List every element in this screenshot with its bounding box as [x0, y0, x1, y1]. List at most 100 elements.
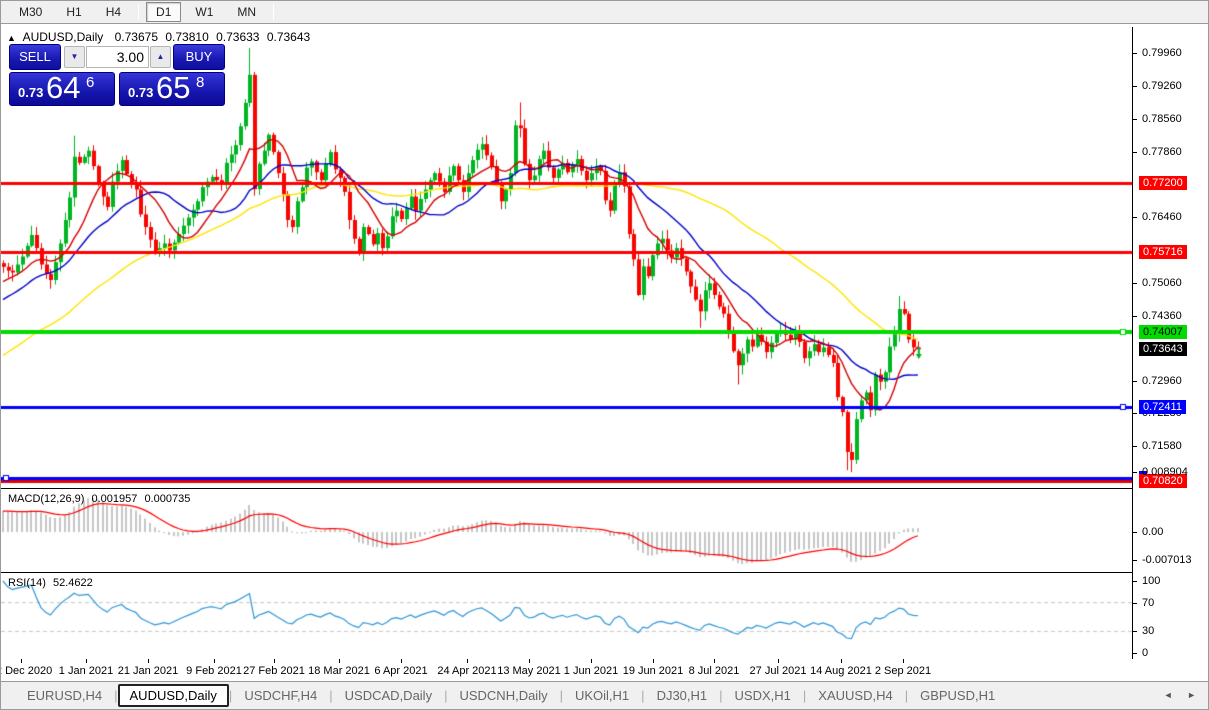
time-tick-label: 1 Jan 2021 [58, 665, 114, 677]
ask-price-button[interactable]: 0.73 65 8 [119, 70, 225, 106]
chart-tab-usdcad[interactable]: USDCAD,Daily [333, 685, 444, 706]
time-tick-label: 2 Sep 2021 [874, 665, 932, 677]
tabs-scroll-left-icon[interactable]: ◄ [1164, 690, 1179, 700]
time-tick-label: 21 Jan 2021 [117, 665, 179, 677]
time-tick [841, 659, 842, 663]
price-tick-label: 0.72960 [1142, 375, 1182, 387]
time-tick [214, 659, 215, 663]
hline-price-badge[interactable]: 0.72411 [1139, 400, 1186, 414]
ohlc-low: 0.73633 [216, 30, 260, 44]
buy-button[interactable]: BUY [173, 44, 225, 70]
toolbar-separator [273, 4, 275, 20]
ask-price-prefix: 0.73 [128, 85, 154, 100]
symbol-name: AUDUSD,Daily [22, 30, 104, 44]
hline-price-badge[interactable]: 0.77200 [1139, 176, 1187, 190]
rsi-indicator-canvas[interactable] [1, 574, 1132, 659]
time-tick-label: 19 Jun 2021 [622, 665, 684, 677]
chart-tab-usdchf[interactable]: USDCHF,H4 [232, 685, 329, 706]
macd-value-signal: 0.000735 [144, 493, 191, 505]
price-tick [1132, 446, 1137, 447]
time-tick [653, 659, 654, 663]
toolbar-separator [138, 4, 140, 20]
collapse-subwindow-icon[interactable]: ▲ [7, 33, 16, 43]
macd-tick-label: 0.008904 [1142, 466, 1188, 478]
chart-tab-bar: EURUSD,H4 | AUDUSD,Daily | USDCHF,H4 | USDCAD,… [1, 681, 1208, 709]
mt4-window: M30 H1 H4 D1 W1 MN 0.79960 0.79260 0.78560 0.778… [0, 0, 1209, 710]
macd-tick [1132, 472, 1137, 473]
time-tick [86, 659, 87, 663]
tabs-scroll-right-icon[interactable]: ► [1187, 690, 1202, 700]
time-tick-label: 6 Apr 2021 [374, 665, 428, 677]
time-tick [529, 659, 530, 663]
rsi-value: 52.4622 [52, 577, 93, 589]
hline-price-badge[interactable]: 0.75716 [1139, 245, 1187, 259]
rsi-label: RSI(14) 52.4622 [8, 577, 93, 589]
rsi-tick [1132, 631, 1137, 632]
price-tick [1132, 53, 1137, 54]
timeframe-button-mn[interactable]: MN [227, 2, 266, 22]
time-tick-label: 1 Jun 2021 [563, 665, 619, 677]
macd-tick-label: 0.00 [1142, 526, 1164, 538]
price-tick [1132, 86, 1137, 87]
price-tick-label: 0.78560 [1142, 113, 1182, 125]
volume-input[interactable] [86, 46, 149, 68]
macd-label: MACD(12,26,9) 0.001957 0.000735 [8, 493, 191, 505]
chart-tab-usdx[interactable]: USDX,H1 [723, 685, 803, 706]
timeframe-button-h4[interactable]: H4 [96, 2, 131, 22]
time-tick [148, 659, 149, 663]
macd-tick-label: -0.007013 [1142, 554, 1192, 566]
rsi-tick [1132, 603, 1137, 604]
rsi-tick-label: 100 [1142, 575, 1161, 587]
volume-decrease-button[interactable]: ▼ [64, 46, 85, 68]
time-tick-label: 24 Apr 2021 [437, 665, 497, 677]
chart-tab-xauusd[interactable]: XAUUSD,H4 [806, 685, 904, 706]
chart-tab-gbpusd[interactable]: GBPUSD,H1 [908, 685, 1007, 706]
time-tick [903, 659, 904, 663]
timeframe-button-w1[interactable]: W1 [185, 2, 223, 22]
time-tick [467, 659, 468, 663]
chart-tab-usdcnh[interactable]: USDCNH,Daily [447, 685, 559, 706]
panel-divider[interactable] [1, 488, 1132, 489]
price-tick [1132, 316, 1137, 317]
volume-increase-button[interactable]: ▲ [150, 46, 171, 68]
bid-price-button[interactable]: 0.73 64 6 [9, 70, 115, 106]
rsi-tick [1132, 653, 1137, 654]
price-tick-label: 0.77860 [1142, 146, 1182, 158]
time-tick-label: 27 Jul 2021 [749, 665, 807, 677]
chart-area: 0.79960 0.79260 0.78560 0.77860 0.76460 0.750… [1, 27, 1208, 683]
sell-button[interactable]: SELL [9, 44, 61, 70]
timeframe-button-h1[interactable]: H1 [56, 2, 91, 22]
time-tick-label: 12 Dec 2020 [1, 665, 53, 677]
price-tick [1132, 381, 1137, 382]
time-tick [274, 659, 275, 663]
chart-tab-ukoil[interactable]: UKOil,H1 [563, 685, 641, 706]
time-tick [401, 659, 402, 663]
time-tick-label: 8 Jul 2021 [688, 665, 740, 677]
timeframe-toolbar: M30 H1 H4 D1 W1 MN [1, 1, 1208, 24]
one-click-trade-panel: SELL ▼ ▲ BUY 0.73 64 6 0.73 65 8 [9, 44, 225, 106]
timeframe-button-m30[interactable]: M30 [9, 2, 52, 22]
ohlc-close: 0.73643 [266, 30, 311, 44]
rsi-tick [1132, 581, 1137, 582]
chart-tab-audusd[interactable]: AUDUSD,Daily [117, 684, 229, 707]
time-axis[interactable]: 12 Dec 2020 1 Jan 202121 Jan 2021 9 Feb 20… [1, 659, 1132, 683]
price-axis[interactable]: 0.79960 0.79260 0.78560 0.77860 0.76460 0.750… [1132, 27, 1208, 659]
panel-divider[interactable] [1, 572, 1132, 573]
time-tick [339, 659, 340, 663]
bid-price-main: 64 [46, 70, 81, 105]
time-tick [591, 659, 592, 663]
time-tick-label: 9 Feb 2021 [186, 665, 242, 677]
rsi-tick-label: 0 [1142, 647, 1149, 659]
price-tick-label: 0.79960 [1142, 47, 1182, 59]
price-tick-label: 0.74360 [1142, 310, 1182, 322]
ask-price-pip: 8 [196, 74, 205, 91]
price-tick-label: 0.76460 [1142, 211, 1182, 223]
rsi-tick-label: 30 [1142, 625, 1155, 637]
hline-price-badge[interactable]: 0.74007 [1139, 325, 1187, 339]
price-tick [1132, 283, 1137, 284]
chart-tab-dj30[interactable]: DJ30,H1 [645, 685, 720, 706]
chart-tab-eurusd[interactable]: EURUSD,H4 [15, 685, 114, 706]
time-tick-label: 27 Feb 2021 [243, 665, 305, 677]
timeframe-button-d1[interactable]: D1 [146, 2, 182, 22]
ohlc-high: 0.73810 [165, 30, 209, 44]
